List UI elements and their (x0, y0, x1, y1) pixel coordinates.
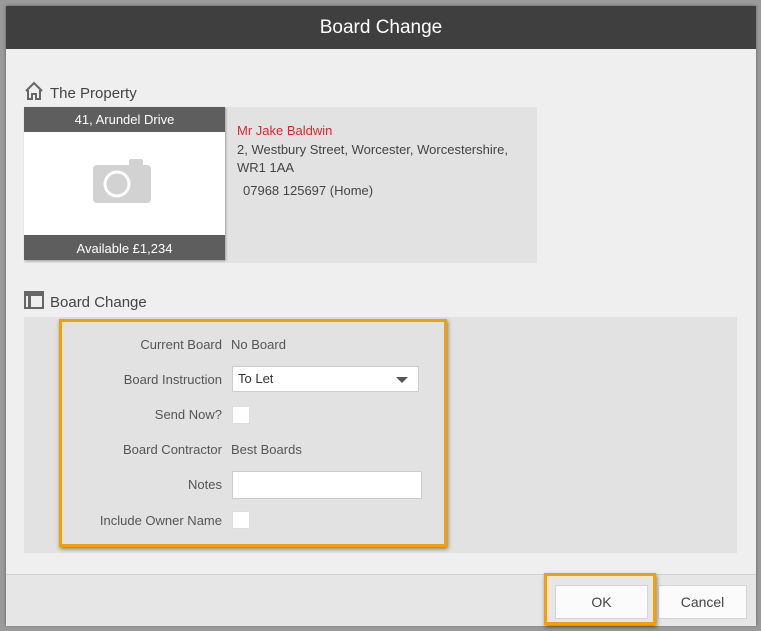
form-highlight-box (59, 319, 447, 547)
board-change-dialog: Board Change The Property 41, Arundel Dr… (6, 6, 756, 626)
ok-highlight-box (544, 573, 656, 625)
owner-phone: 07968 125697 (Home) (243, 183, 374, 198)
cancel-button[interactable]: Cancel (658, 585, 747, 619)
owner-address: 2, Westbury Street, Worcester, Worcester… (237, 142, 508, 175)
owner-name-link[interactable]: Mr Jake Baldwin (237, 123, 332, 138)
